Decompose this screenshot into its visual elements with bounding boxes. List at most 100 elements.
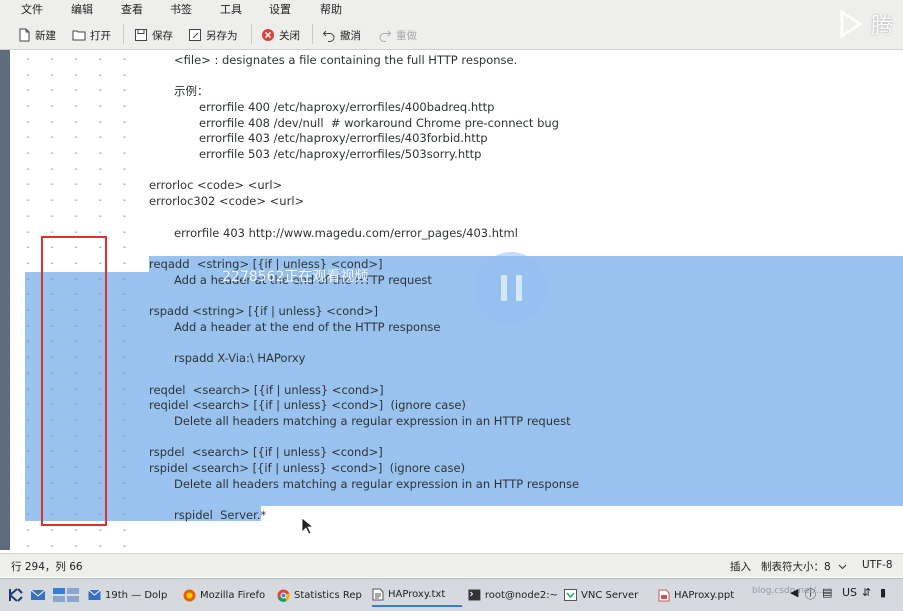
insert-mode[interactable]: 插入 bbox=[730, 559, 751, 574]
menu-view[interactable]: 查看 bbox=[121, 1, 143, 17]
mail-icon[interactable] bbox=[30, 583, 50, 607]
encoding[interactable]: UTF-8 bbox=[862, 559, 893, 571]
taskbar-item-vnc[interactable]: VNC Server bbox=[564, 583, 654, 607]
taskbar-item-haproxy-ppt[interactable]: HAProxy.ppt bbox=[658, 583, 748, 607]
keyboard-layout[interactable]: US bbox=[842, 586, 857, 599]
code-line: - - - - - errorloc302 <code> <url> bbox=[25, 194, 305, 208]
network-icon[interactable]: ⇵ bbox=[862, 586, 871, 599]
video-logo: 腾 bbox=[833, 2, 903, 46]
presentation-file-icon bbox=[658, 589, 670, 601]
terminal-icon bbox=[468, 589, 481, 601]
pause-icon bbox=[515, 275, 522, 301]
code-line: - - - - - errorfile 503 /etc/haproxy/erro… bbox=[25, 147, 482, 161]
code-line: - - - - - reqadd <string> [{if | unless} … bbox=[25, 257, 383, 271]
code-line: - - - - - Add a header at the end of the … bbox=[25, 320, 441, 334]
save-icon bbox=[134, 28, 148, 42]
desktop-pager-icon[interactable] bbox=[52, 583, 82, 607]
toolbar-separator bbox=[251, 24, 252, 44]
volume-icon[interactable]: ◀ bbox=[790, 586, 798, 599]
save-label: 保存 bbox=[152, 29, 173, 42]
text-editor[interactable]: - - - - - <file> : designates a file cont… bbox=[10, 50, 903, 550]
code-line: - - - - - Delete all headers matching a r… bbox=[25, 414, 571, 428]
undo-label: 撤消 bbox=[340, 29, 361, 42]
info-icon[interactable]: ⓘ bbox=[805, 586, 816, 602]
battery-icon[interactable]: ▮ bbox=[880, 586, 886, 599]
new-label: 新建 bbox=[35, 29, 56, 42]
code-line: - - - - - rspidel Server.* bbox=[25, 508, 267, 522]
toolbar-separator bbox=[123, 24, 124, 44]
close-button[interactable]: 关闭 bbox=[261, 26, 300, 44]
code-line: - - - - - bbox=[25, 211, 128, 222]
tab-size-selector[interactable]: 制表符大小：8 bbox=[761, 559, 847, 574]
code-line: - - - - - bbox=[25, 289, 128, 300]
code-line: - - - - - rspidel <search> [{if | unless}… bbox=[25, 461, 466, 475]
code-line: - - - - - errorfile 400 /etc/haproxy/erro… bbox=[25, 100, 495, 114]
code-line: - - - - - bbox=[25, 525, 128, 536]
save-as-icon bbox=[188, 28, 202, 42]
code-line: - - - - - Add a header at the end of the … bbox=[25, 273, 432, 287]
open-label: 打开 bbox=[90, 29, 111, 42]
code-line: - - - - - errorfile 403 http://www.magedu… bbox=[25, 226, 518, 240]
code-line: - - - - - rspdel <search> [{if | unless} … bbox=[25, 445, 383, 459]
chevron-down-icon bbox=[838, 564, 847, 570]
undo-button[interactable]: 撤消 bbox=[322, 26, 361, 44]
code-line: - - - - - reqdel <search> [{if | unless} … bbox=[25, 383, 384, 397]
taskbar: 19th — Dolp Mozilla Firefo Statistics Re… bbox=[0, 578, 903, 611]
menu-bookmarks[interactable]: 书签 bbox=[170, 1, 192, 17]
text-file-icon bbox=[372, 588, 384, 600]
pause-button[interactable] bbox=[475, 252, 547, 324]
menu-file[interactable]: 文件 bbox=[21, 1, 43, 17]
chrome-icon bbox=[277, 589, 290, 602]
code-line: - - - - - bbox=[25, 70, 128, 81]
save-as-button[interactable]: 另存为 bbox=[188, 26, 238, 44]
code-line: - - - - - <file> : designates a file cont… bbox=[25, 53, 518, 67]
taskbar-item-dolphin[interactable]: 19th — Dolp bbox=[88, 583, 180, 607]
code-line: - - - - - rspadd X-Via:\ HAPorxy bbox=[25, 351, 306, 365]
tab-size-label: 制表符大小：8 bbox=[761, 561, 831, 573]
toolbar-separator bbox=[312, 24, 313, 44]
taskbar-item-haproxy-txt[interactable]: HAProxy.txt bbox=[372, 583, 462, 607]
menu-help[interactable]: 帮助 bbox=[320, 1, 342, 17]
code-line: - - - - - bbox=[25, 336, 128, 347]
code-line: - - - - - bbox=[25, 242, 128, 253]
cursor-position: 行 294，列 66 bbox=[11, 561, 83, 573]
code-line: - - - - - reqidel <search> [{if | unless}… bbox=[25, 398, 466, 412]
code-line: - - - - - Delete all headers matching a r… bbox=[25, 477, 580, 491]
close-label: 关闭 bbox=[279, 29, 300, 42]
redo-icon bbox=[378, 28, 392, 42]
redo-button[interactable]: 重做 bbox=[378, 26, 417, 44]
play-logo-icon bbox=[840, 9, 863, 39]
code-line: - - - - - errorloc <code> <url> bbox=[25, 178, 283, 192]
kde-menu-icon[interactable] bbox=[8, 583, 28, 607]
window-left-edge bbox=[0, 50, 10, 550]
video-logo-text: 腾 bbox=[871, 14, 894, 39]
open-button[interactable]: 打开 bbox=[72, 26, 111, 44]
taskbar-item-firefox[interactable]: Mozilla Firefo bbox=[183, 583, 273, 607]
undo-icon bbox=[322, 28, 336, 42]
viewer-watermark: 2278562正在观看视频 bbox=[222, 269, 369, 285]
menu-bar: 文件 编辑 查看 书签 工具 设置 帮助 bbox=[0, 0, 903, 18]
menu-edit[interactable]: 编辑 bbox=[71, 1, 93, 17]
code-line: - - - - - rspadd <string> [{if | unless} … bbox=[25, 304, 379, 318]
save-button[interactable]: 保存 bbox=[134, 26, 173, 44]
menu-settings[interactable]: 设置 bbox=[269, 1, 291, 17]
firefox-icon bbox=[183, 589, 196, 601]
code-line: - - - - - bbox=[25, 431, 128, 442]
code-line: - - - - - bbox=[25, 164, 128, 175]
taskbar-item-terminal[interactable]: root@node2:~ bbox=[468, 583, 558, 607]
save-as-label: 另存为 bbox=[206, 29, 238, 42]
code-line: - - - - - bbox=[25, 541, 128, 550]
pause-icon bbox=[500, 275, 507, 301]
new-document-icon bbox=[17, 28, 31, 42]
mouse-cursor-icon bbox=[301, 517, 313, 535]
code-line: - - - - - errorfile 408 /dev/null # worka… bbox=[25, 116, 559, 130]
open-folder-icon bbox=[72, 28, 86, 42]
redo-label: 重做 bbox=[396, 29, 417, 42]
red-highlight-box bbox=[41, 236, 107, 526]
code-line: - - - - - 示例： bbox=[25, 84, 209, 98]
menu-tools[interactable]: 工具 bbox=[220, 1, 242, 17]
new-button[interactable]: 新建 bbox=[17, 26, 56, 44]
taskbar-item-statistics[interactable]: Statistics Rep bbox=[277, 583, 367, 607]
mail-icon bbox=[88, 589, 101, 600]
clipboard-icon[interactable]: ▤ bbox=[822, 586, 832, 599]
